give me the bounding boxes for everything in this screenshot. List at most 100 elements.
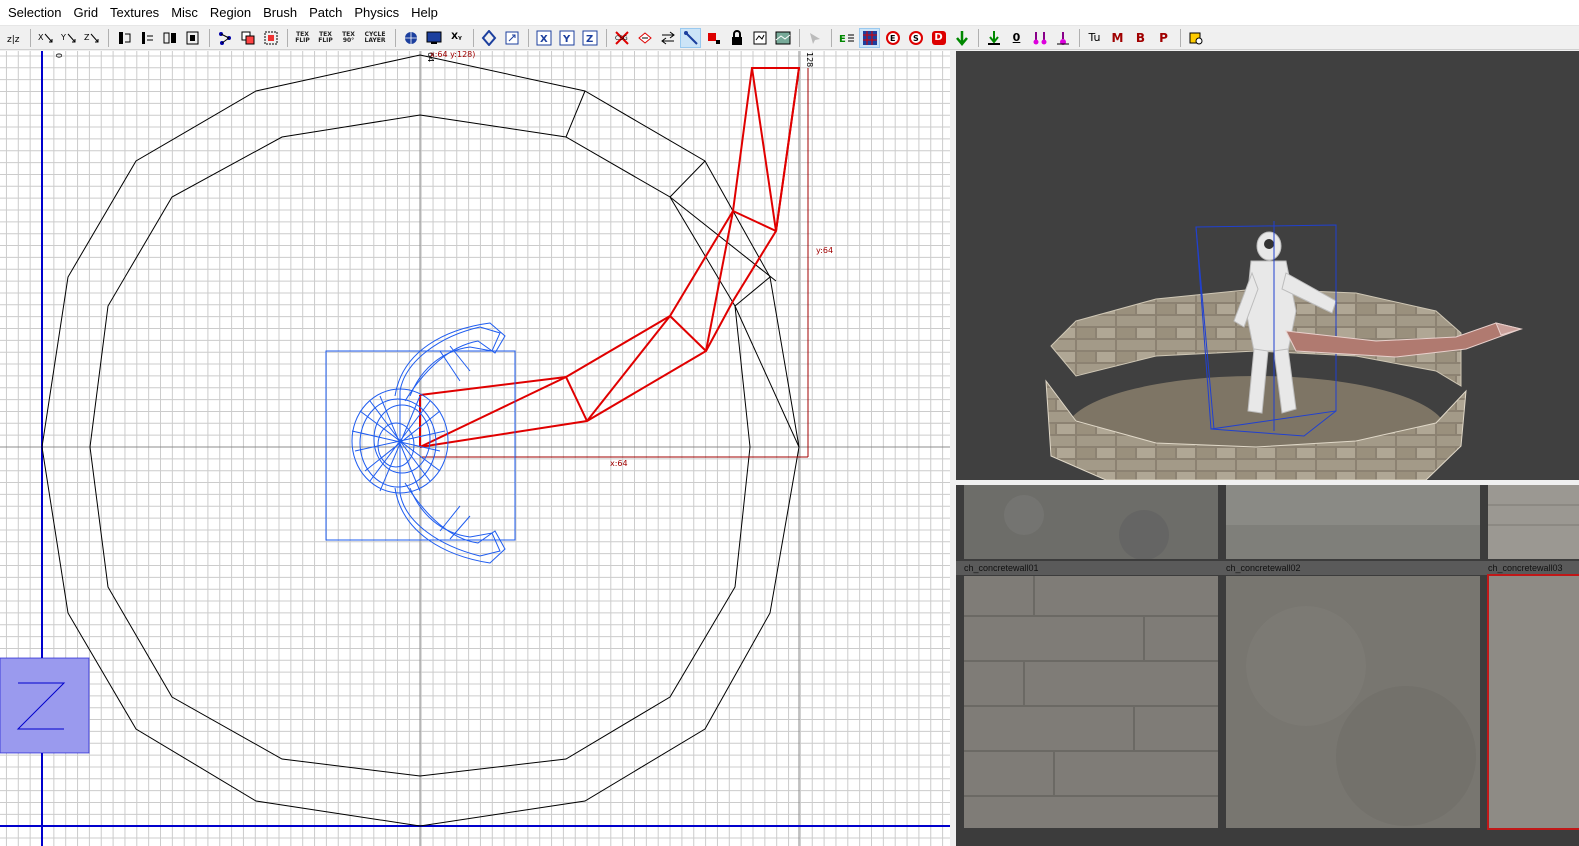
camera-icon: [481, 29, 496, 46]
menu-brush[interactable]: Brush: [257, 0, 303, 26]
flip-x-button[interactable]: X: [35, 28, 56, 48]
change-view-button[interactable]: [501, 28, 522, 48]
snap-to-floor-button[interactable]: [983, 28, 1004, 48]
concrete-texture-image: [1488, 485, 1579, 559]
cycle-layer-button[interactable]: CYCLE LAYER: [361, 28, 389, 48]
path-node-icon: [1056, 31, 1069, 45]
menu-bar: Selection Grid Textures Misc Region Brus…: [0, 0, 1579, 26]
drop-to-floor-button[interactable]: [951, 28, 972, 48]
toolbar-separator: [1079, 28, 1080, 47]
svg-text:z|z: z|z: [7, 35, 20, 45]
b-button[interactable]: B: [1130, 28, 1151, 48]
texture-flip-y-button[interactable]: TEX FLIP: [315, 28, 336, 48]
tex-rotate-icon: TEX 90°: [342, 30, 355, 44]
m-button[interactable]: M: [1107, 28, 1128, 48]
view-cubic-clip-button[interactable]: [400, 28, 421, 48]
rotate-x-button[interactable]: [113, 28, 134, 48]
select-box-icon: [264, 31, 277, 44]
vertex-icon: [218, 31, 231, 45]
texture-thumb-concretewall02[interactable]: [1226, 485, 1480, 559]
tex-flip-icon: TEX FLIP: [318, 30, 333, 44]
csg-merge-button[interactable]: [634, 28, 655, 48]
texture-thumb-concretewall01[interactable]: [964, 485, 1218, 560]
view-xy-button[interactable]: Xᵧ: [446, 28, 467, 48]
menu-misc[interactable]: Misc: [165, 0, 204, 26]
camera-button[interactable]: [478, 28, 499, 48]
camera-canvas[interactable]: [956, 51, 1579, 480]
texture-thumb-selected[interactable]: [1487, 574, 1579, 830]
toolbar-separator: [1180, 28, 1181, 47]
texture-window-button[interactable]: [772, 28, 793, 48]
hide-entities-button[interactable]: E: [882, 28, 903, 48]
vertex-mode-button[interactable]: [214, 28, 235, 48]
clipper-button[interactable]: [680, 27, 701, 48]
texture-browser[interactable]: ch_concretewall01 ch_concretewall02 ch_c…: [956, 485, 1579, 846]
xy-icon: Xᵧ: [451, 32, 462, 42]
clipper-icon: [683, 30, 698, 45]
flip-y-button[interactable]: Y: [58, 28, 79, 48]
toolbar-separator: [528, 28, 529, 47]
camera-3d-viewport[interactable]: [956, 51, 1579, 480]
hide-surfaces-button[interactable]: S: [905, 28, 926, 48]
prefab-button[interactable]: [1185, 28, 1206, 48]
toggle-d-button[interactable]: D: [928, 28, 949, 48]
entity-list-icon: E: [839, 34, 854, 45]
lock-y-button[interactable]: Y: [556, 28, 577, 48]
texture-rotate-90-button[interactable]: TEX 90°: [338, 28, 359, 48]
texture-lock-button[interactable]: [749, 28, 770, 48]
scale-button[interactable]: [182, 28, 203, 48]
clone-button[interactable]: [237, 28, 258, 48]
rotate-y-button[interactable]: [136, 28, 157, 48]
texture-thumb-concretewall03[interactable]: [1488, 485, 1579, 559]
z-axis-icon: Z: [582, 30, 597, 45]
texture-name-label: ch_concretewall02: [1226, 563, 1301, 573]
flip-z-button[interactable]: Z: [81, 28, 102, 48]
disabled-tool-button[interactable]: [804, 28, 825, 48]
path-node-button[interactable]: [1052, 28, 1073, 48]
lock-z-button[interactable]: Z: [579, 28, 600, 48]
toolbar-separator: [799, 28, 800, 47]
menu-physics[interactable]: Physics: [348, 0, 405, 26]
make-hollow-button[interactable]: [657, 28, 678, 48]
menu-help[interactable]: Help: [405, 0, 444, 26]
toolbar-separator: [108, 28, 109, 47]
select-box-button[interactable]: [260, 28, 281, 48]
zero-origin-button[interactable]: 0: [1006, 28, 1027, 48]
menu-region[interactable]: Region: [204, 0, 257, 26]
toolbar-separator: [209, 28, 210, 47]
ruler-label-128: 128: [805, 52, 814, 67]
texture-thumb-concretesmooth[interactable]: [1226, 576, 1480, 828]
menu-patch[interactable]: Patch: [303, 0, 348, 26]
patch-ribbon-tip: [1495, 322, 1523, 336]
menu-selection[interactable]: Selection: [2, 0, 67, 26]
select-complete-tall-button[interactable]: [703, 28, 724, 48]
xy-ortho-viewport[interactable]: 0 64 128 x:64 y:128) x:64 y:64: [0, 51, 950, 846]
menu-textures[interactable]: Textures: [104, 0, 165, 26]
spawn-point-button[interactable]: [1029, 28, 1050, 48]
texture-thumb-concreteblock[interactable]: [964, 576, 1218, 828]
svg-text:Z: Z: [84, 33, 90, 42]
csg-subtract-button[interactable]: CSG: [611, 28, 632, 48]
p-button[interactable]: P: [1153, 28, 1174, 48]
ruler-label-0: 0: [54, 53, 63, 58]
lock-x-button[interactable]: X: [533, 28, 554, 48]
p-icon: P: [1159, 30, 1168, 45]
rotate-z-button[interactable]: [159, 28, 180, 48]
menu-grid[interactable]: Grid: [67, 0, 104, 26]
lock-icon: [731, 29, 742, 45]
toggle-z-view-button[interactable]: z|z: [3, 28, 24, 48]
show-patches-button[interactable]: [859, 27, 880, 48]
tu-button[interactable]: Tu: [1084, 28, 1105, 48]
svg-text:X: X: [38, 33, 44, 42]
csg-subtract-icon: CSG: [615, 30, 629, 45]
texture-flip-x-button[interactable]: TEX FLIP: [292, 28, 313, 48]
entity-list-button[interactable]: E: [836, 28, 857, 48]
grid-canvas[interactable]: 0 64 128 x:64 y:128) x:64 y:64: [0, 51, 950, 846]
dimension-x-label: x:64: [610, 459, 628, 468]
svg-text:E: E: [839, 34, 846, 45]
csg-merge-icon: [637, 31, 652, 44]
lock-selection-button[interactable]: [726, 28, 747, 48]
view-texture-button[interactable]: [423, 28, 444, 48]
b-icon: B: [1135, 30, 1146, 45]
main-toolbar: z|z X Y Z TEX FLIP TEX FLIP TEX 90° CYCL…: [0, 26, 1579, 50]
